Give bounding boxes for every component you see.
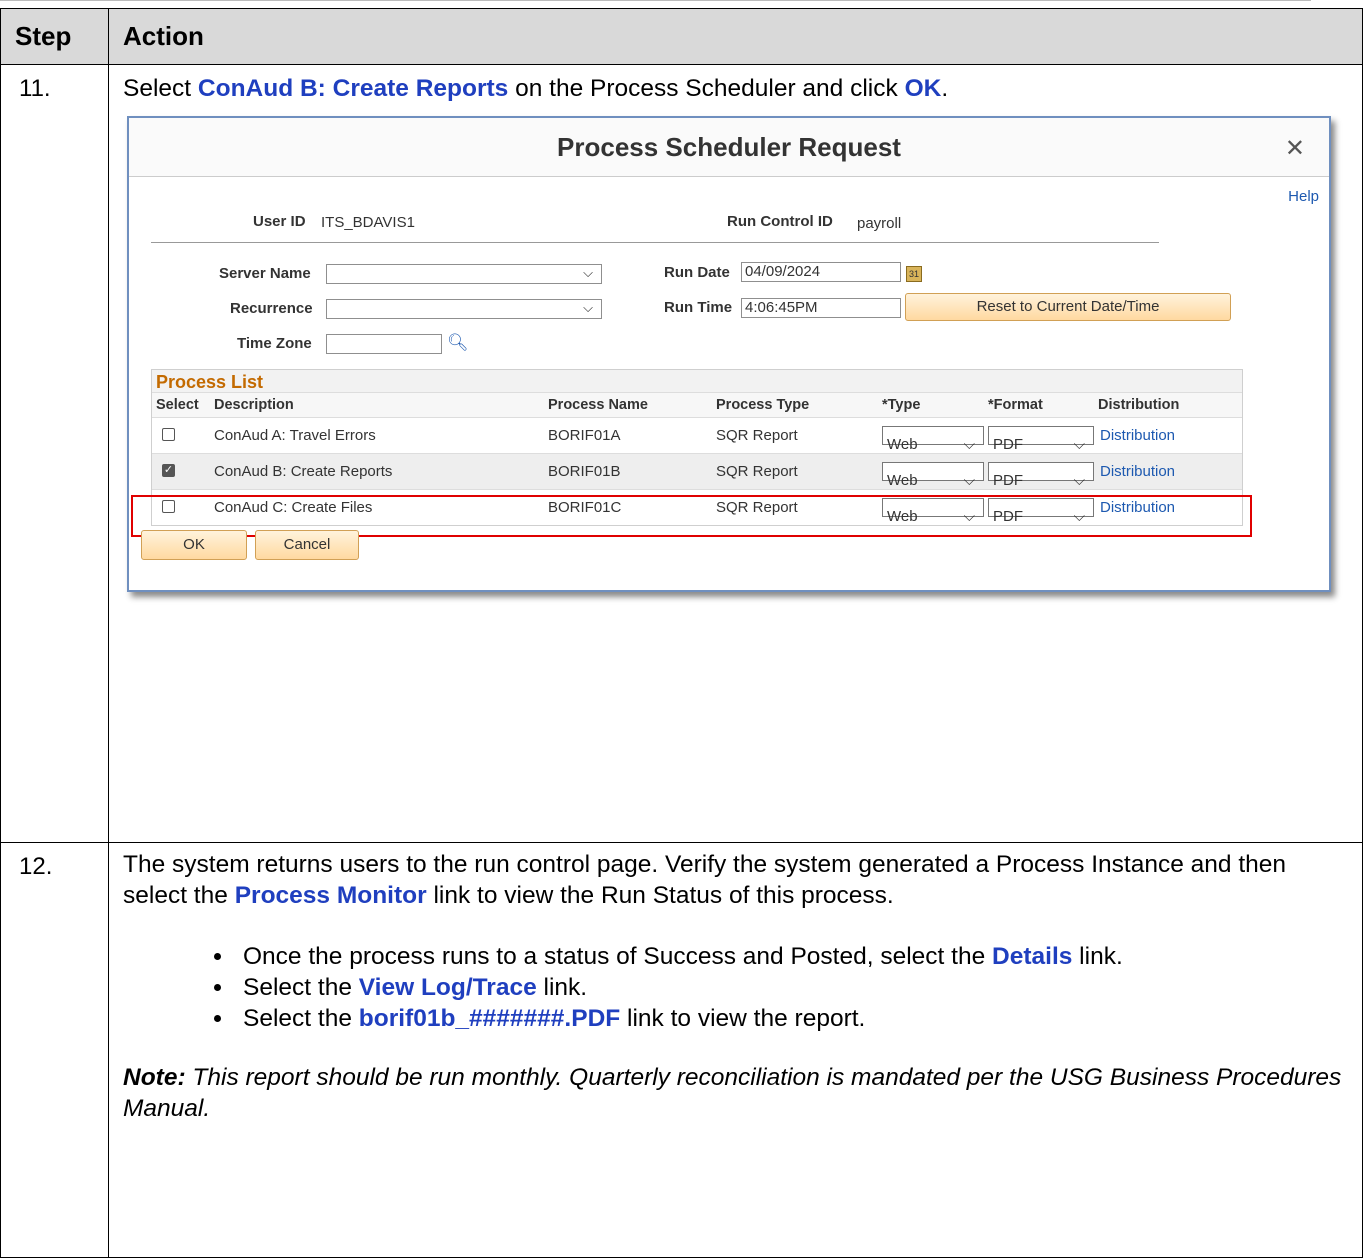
step-12-paragraph: The system returns users to the run cont… xyxy=(123,851,1287,909)
row-process-name: BORIF01B xyxy=(548,463,621,480)
step-12-row: 12. The system returns users to the run … xyxy=(0,842,1363,1258)
col-process-type: Process Type xyxy=(716,397,810,413)
col-description: Description xyxy=(214,397,294,413)
select-checkbox[interactable] xyxy=(162,428,175,441)
process-scheduler-dialog: Process Scheduler Request ✕ Help User ID… xyxy=(127,116,1331,592)
chevron-down-icon: ⌵ xyxy=(1073,436,1085,453)
dialog-header: Process Scheduler Request ✕ xyxy=(129,118,1329,177)
type-select[interactable]: Web ⌵ xyxy=(882,426,984,453)
close-icon[interactable]: ✕ xyxy=(1285,134,1305,163)
chevron-down-icon: ⌵ xyxy=(583,265,593,280)
type-select[interactable]: Web ⌵ xyxy=(882,462,984,489)
row-process-type: SQR Report xyxy=(716,463,798,480)
details-ref: Details xyxy=(992,943,1073,970)
server-name-label: Server Name xyxy=(219,265,311,282)
view-log-trace-ref: View Log/Trace xyxy=(358,974,537,1001)
chevron-down-icon: ⌵ xyxy=(1073,472,1085,489)
run-control-label: Run Control ID xyxy=(727,213,833,230)
step-12-bullets: Once the process runs to a status of Suc… xyxy=(123,941,1346,1034)
step-11-row: 11. Select ConAud B: Create Reports on t… xyxy=(0,64,1363,843)
step-number: 11. xyxy=(0,64,109,843)
time-zone-input[interactable] xyxy=(326,334,442,354)
recurrence-select[interactable]: ⌵ xyxy=(326,299,602,319)
top-rule xyxy=(0,0,1311,1)
ok-button[interactable]: OK xyxy=(141,530,247,560)
separator xyxy=(151,242,1159,243)
header-step: Step xyxy=(0,8,109,65)
row-process-name: BORIF01A xyxy=(548,427,621,444)
dialog-title: Process Scheduler Request xyxy=(557,132,901,162)
run-time-input[interactable]: 4:06:45PM xyxy=(741,298,901,318)
reset-date-time-button[interactable]: Reset to Current Date/Time xyxy=(905,293,1231,321)
format-select[interactable]: PDF ⌵ xyxy=(988,462,1094,489)
list-item: Once the process runs to a status of Suc… xyxy=(235,941,1346,972)
instruction-table: Step Action 11. Select ConAud B: Create … xyxy=(0,8,1363,1258)
help-link[interactable]: Help xyxy=(1288,188,1319,205)
row-description: ConAud B: Create Reports xyxy=(214,463,393,480)
col-type: *Type xyxy=(882,397,921,413)
table-row: ✓ ConAud B: Create Reports BORIF01B SQR … xyxy=(152,453,1242,489)
format-select[interactable]: PDF ⌵ xyxy=(988,426,1094,453)
user-id-label: User ID xyxy=(253,213,306,230)
row-description: ConAud A: Travel Errors xyxy=(214,427,376,444)
run-date-input[interactable]: 04/09/2024 xyxy=(741,262,901,282)
pdf-file-ref: borif01b_#######.PDF xyxy=(358,1005,621,1032)
list-item: Select the View Log/Trace link. xyxy=(235,972,1346,1003)
step-11-instruction: Select ConAud B: Create Reports on the P… xyxy=(123,75,949,102)
col-distribution: Distribution xyxy=(1098,397,1180,413)
chevron-down-icon: ⌵ xyxy=(583,300,593,315)
cancel-button[interactable]: Cancel xyxy=(255,530,359,560)
chevron-down-icon: ⌵ xyxy=(963,472,975,489)
row-process-type: SQR Report xyxy=(716,427,798,444)
select-checkbox[interactable]: ✓ xyxy=(162,464,175,477)
table-row: ConAud A: Travel Errors BORIF01A SQR Rep… xyxy=(152,417,1242,453)
header-action: Action xyxy=(108,8,1363,65)
search-icon[interactable]: 🔍︎ xyxy=(447,333,469,353)
run-time-label: Run Time xyxy=(664,299,733,316)
distribution-link[interactable]: Distribution xyxy=(1100,427,1175,444)
time-zone-label: Time Zone xyxy=(237,335,312,352)
server-name-select[interactable]: ⌵ xyxy=(326,264,602,284)
run-control-value: payroll xyxy=(857,215,902,232)
step-number: 12. xyxy=(0,842,109,1258)
conaud-b-ref: ConAud B: Create Reports xyxy=(197,75,509,102)
ok-ref: OK xyxy=(904,75,942,102)
calendar-icon[interactable]: 31 xyxy=(906,266,922,282)
list-item: Select the borif01b_#######.PDF link to … xyxy=(235,1003,1346,1034)
table-header-row: Step Action xyxy=(0,8,1363,65)
run-date-label: Run Date xyxy=(664,264,730,281)
note-text: Note: This report should be run monthly.… xyxy=(123,1064,1342,1122)
chevron-down-icon: ⌵ xyxy=(963,436,975,453)
process-monitor-ref: Process Monitor xyxy=(234,882,427,909)
process-list-title: Process List xyxy=(152,370,1242,392)
col-process-name: Process Name xyxy=(548,397,648,413)
step-action: Select ConAud B: Create Reports on the P… xyxy=(108,64,1363,843)
col-select: Select xyxy=(156,397,199,413)
col-format: *Format xyxy=(988,397,1043,413)
recurrence-label: Recurrence xyxy=(230,300,313,317)
step-action: The system returns users to the run cont… xyxy=(108,842,1363,1258)
user-id-value: ITS_BDAVIS1 xyxy=(321,214,415,231)
distribution-link[interactable]: Distribution xyxy=(1100,463,1175,480)
process-list-header: Select Description Process Name Process … xyxy=(152,392,1242,417)
